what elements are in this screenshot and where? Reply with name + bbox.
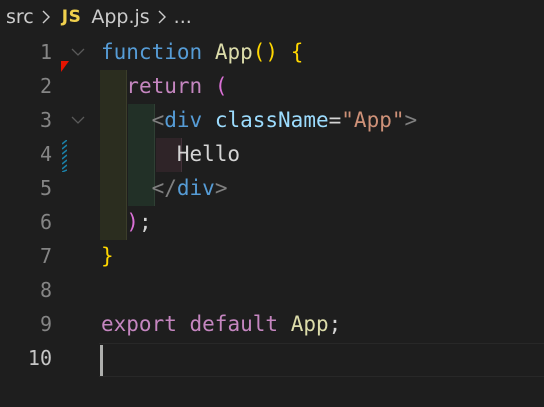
bracket: () xyxy=(252,40,279,64)
code-lines[interactable]: 1 function App() { 2 return ( 3 <div cla… xyxy=(0,35,544,375)
line-number: 8 xyxy=(39,278,52,302)
code-text: export default App; xyxy=(101,307,341,341)
line-number: 4 xyxy=(39,142,52,166)
code-text: <div className="App"> xyxy=(101,103,418,137)
js-file-icon: JS xyxy=(61,7,82,27)
line-number: 7 xyxy=(39,244,52,268)
code-text: </div> xyxy=(101,171,228,205)
code-line[interactable]: 8 xyxy=(0,273,544,307)
bracket: } xyxy=(101,244,114,268)
code-line[interactable]: 6 ); xyxy=(0,205,544,239)
code-line[interactable]: 9 export default App; xyxy=(0,307,544,341)
keyword: default xyxy=(189,312,279,336)
code-text: return ( xyxy=(101,69,227,103)
line-number: 1 xyxy=(39,40,52,64)
breadcrumb-folder[interactable]: src xyxy=(6,6,34,28)
line-number: 5 xyxy=(39,176,52,200)
tag-bracket: </ xyxy=(151,176,177,200)
breadcrumb-symbol[interactable]: ... xyxy=(174,6,192,28)
operator: = xyxy=(328,108,342,132)
chevron-down-icon[interactable] xyxy=(70,44,86,60)
keyword: function xyxy=(101,40,203,64)
breadcrumb-file[interactable]: App.js xyxy=(91,6,149,28)
tag-name: div xyxy=(164,108,203,132)
attribute-name: className xyxy=(214,108,329,132)
code-text: } xyxy=(101,239,114,273)
code-line[interactable]: 1 function App() { xyxy=(0,35,544,69)
code-editor[interactable]: src JS App.js ... 1 function App() {2 r… xyxy=(0,0,544,407)
code-line[interactable]: 7 } xyxy=(0,239,544,273)
chevron-right-icon xyxy=(42,10,50,24)
function-name: App xyxy=(290,312,329,336)
text-cursor xyxy=(100,345,103,376)
bracket: { xyxy=(290,40,304,64)
line-number: 9 xyxy=(39,312,52,336)
chevron-right-icon xyxy=(158,10,166,24)
code-line[interactable]: 3 <div className="App"> xyxy=(0,103,544,137)
bracket: ) xyxy=(126,210,139,234)
tag-bracket: > xyxy=(404,108,418,132)
code-line[interactable]: 5 </div> xyxy=(0,171,544,205)
keyword: return xyxy=(126,74,203,98)
chevron-down-icon[interactable] xyxy=(70,112,86,128)
semicolon: ; xyxy=(328,312,342,336)
code-line[interactable]: 4 Hello xyxy=(0,137,544,171)
code-text: ); xyxy=(101,205,152,239)
tag-bracket: < xyxy=(151,108,165,132)
jsx-text: Hello xyxy=(176,142,241,166)
code-line[interactable]: 2 return ( xyxy=(0,69,544,103)
line-number: 2 xyxy=(39,74,52,98)
keyword: export xyxy=(101,312,177,336)
bracket: ( xyxy=(214,74,228,98)
line-number: 10 xyxy=(27,346,52,370)
function-name: App xyxy=(214,40,253,64)
code-line-active[interactable]: 10 xyxy=(0,341,544,375)
string: "App" xyxy=(341,108,405,132)
tag-bracket: > xyxy=(214,176,228,200)
semicolon: ; xyxy=(138,210,152,234)
breadcrumb: src JS App.js ... xyxy=(0,0,544,34)
tag-name: div xyxy=(176,176,215,200)
code-text: Hello xyxy=(101,137,240,171)
line-number: 3 xyxy=(39,108,52,132)
code-text: function App() { xyxy=(101,35,303,69)
line-number: 6 xyxy=(39,210,52,234)
